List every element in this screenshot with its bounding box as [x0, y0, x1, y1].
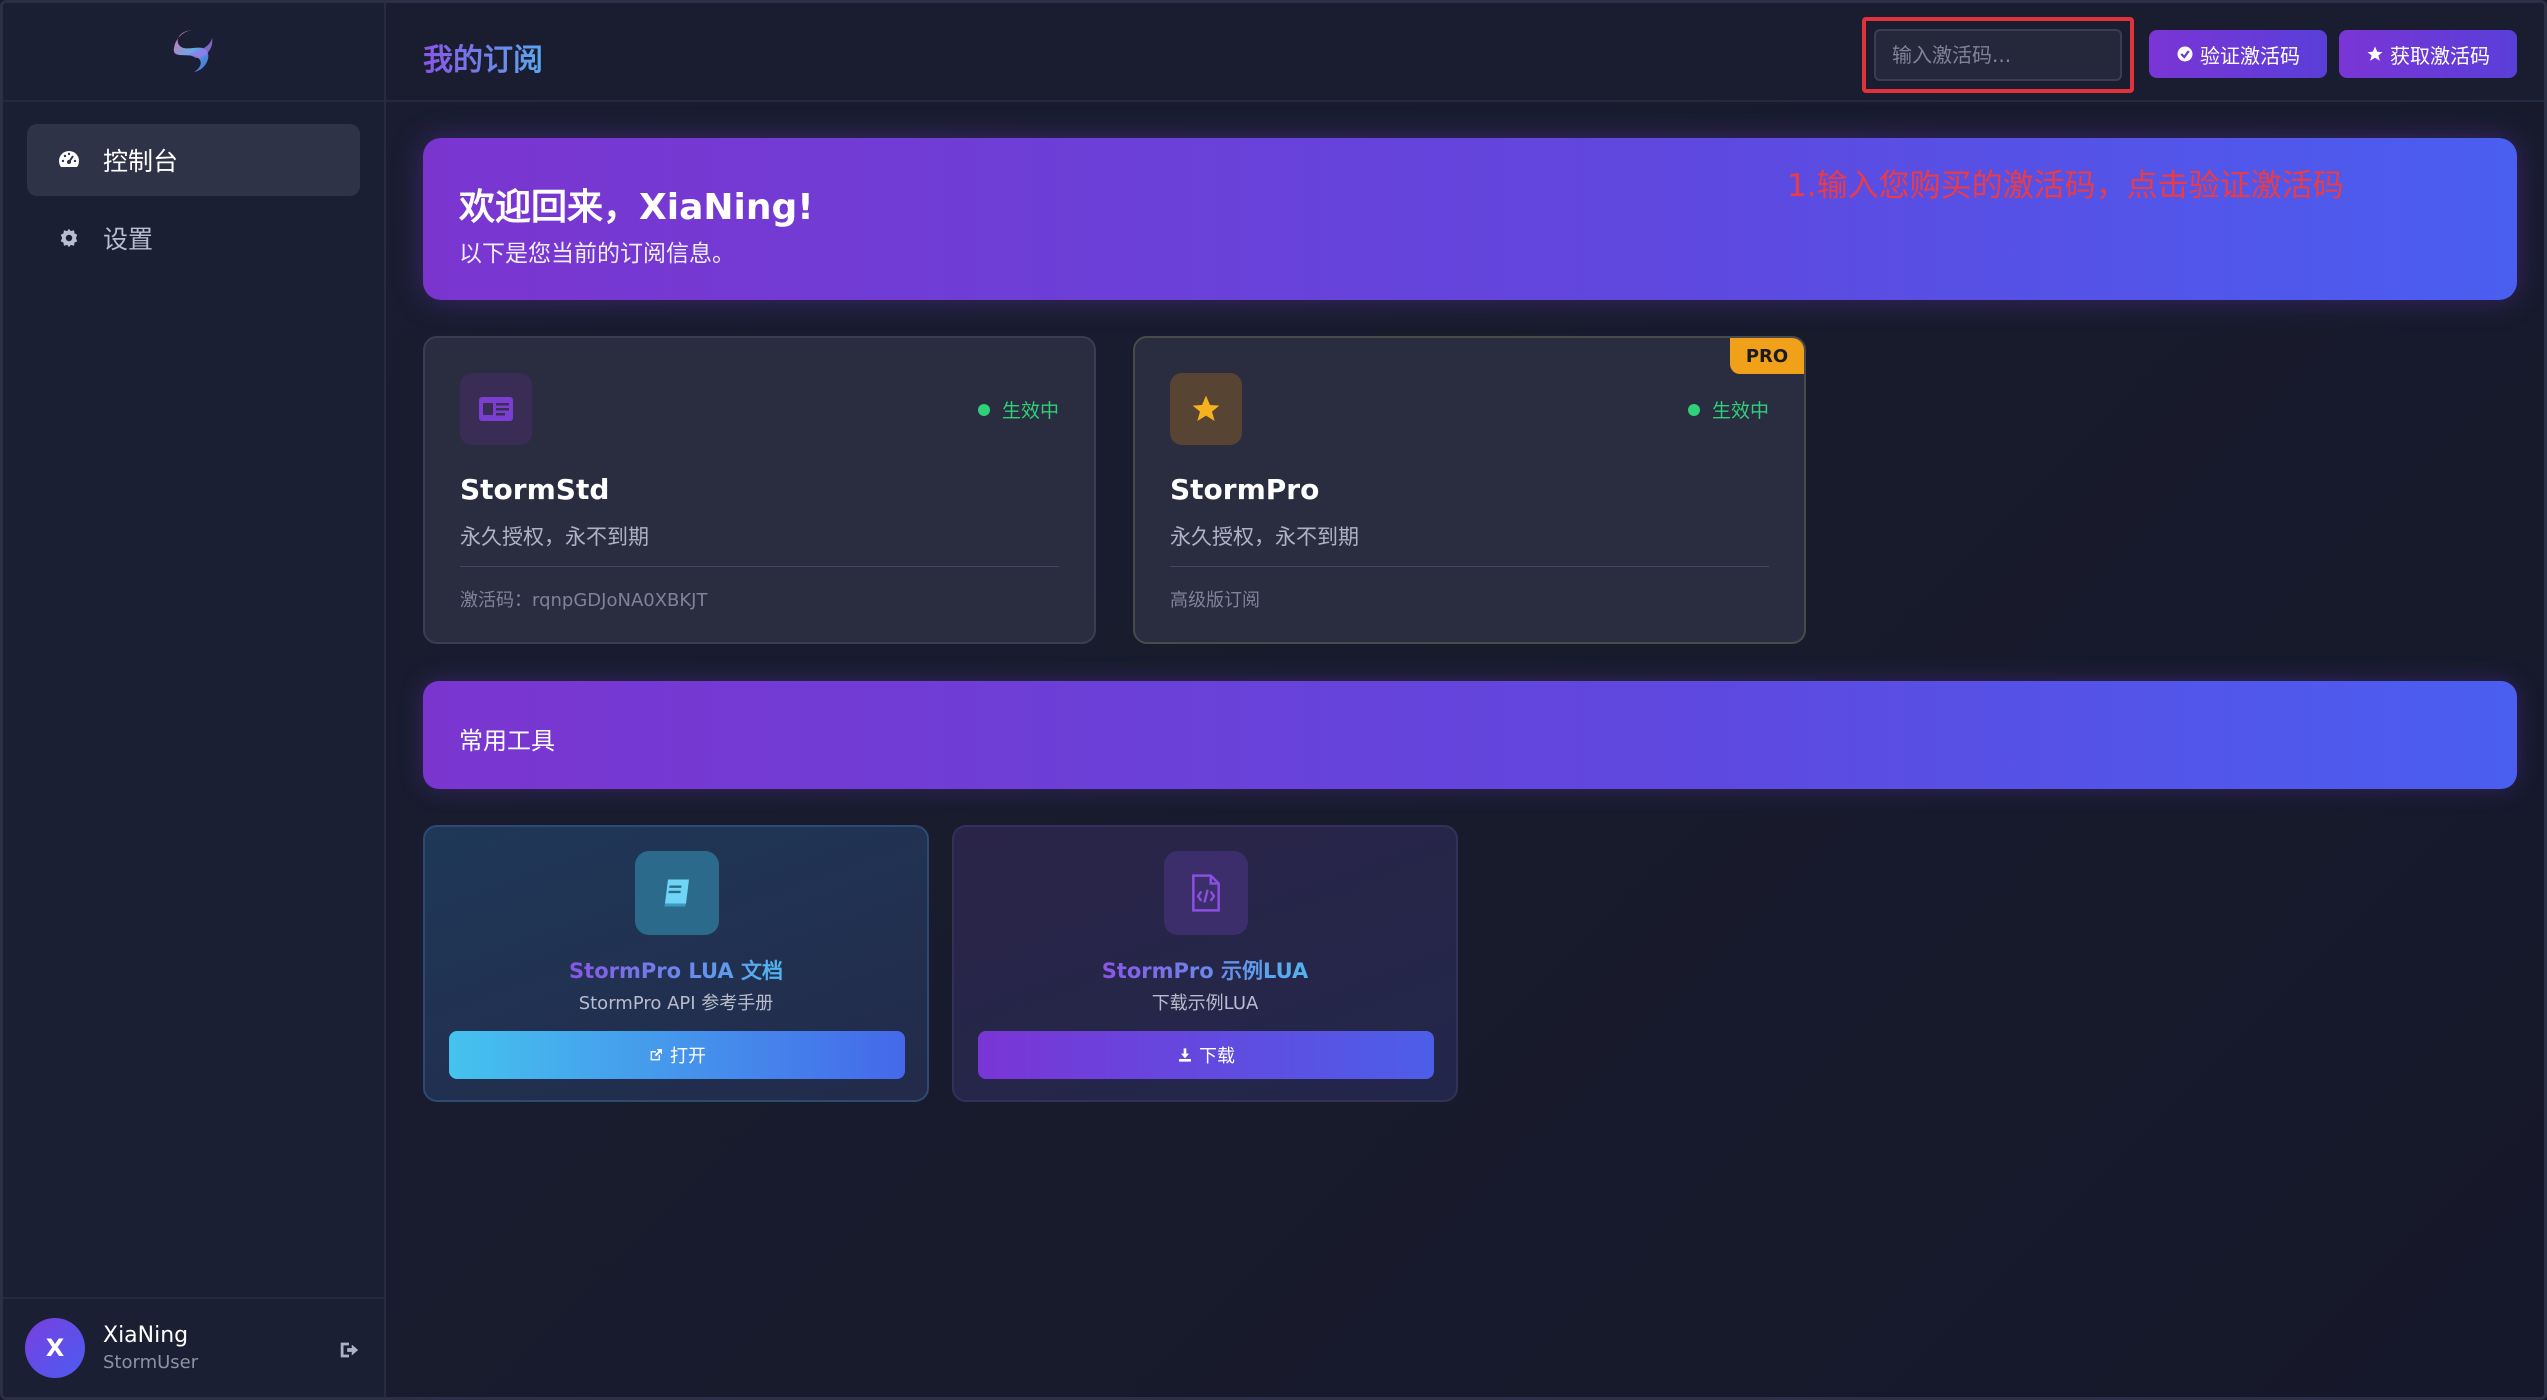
user-name: XiaNing: [103, 1323, 189, 1348]
welcome-subtitle: 以下是您当前的订阅信息。: [459, 241, 735, 267]
book-icon: [635, 851, 719, 935]
id-card-icon: [460, 373, 532, 445]
storm-logo-icon[interactable]: [166, 24, 222, 80]
subscription-activation-code: 激活码：rqnpGDJoNA0XBKJT: [460, 590, 708, 611]
divider: [460, 566, 1059, 567]
open-docs-button[interactable]: 打开: [449, 1031, 905, 1079]
star-icon: [1170, 373, 1242, 445]
code-file-icon: [1164, 851, 1248, 935]
sidebar-item-settings[interactable]: 设置: [27, 202, 360, 274]
app-window: 控制台 设置 X XiaNing StormUser 我的订阅 输入激活码...…: [0, 0, 2547, 1400]
tool-title-text: StormPro 示例LUA: [1101, 959, 1309, 983]
download-sample-label: 下载: [1199, 1046, 1235, 1067]
subscription-desc: 永久授权，永不到期: [1170, 525, 1359, 549]
external-link-icon: [650, 1049, 662, 1061]
check-circle-icon: [2177, 46, 2193, 62]
subscription-name: StormPro: [1170, 473, 1320, 506]
open-docs-label: 打开: [670, 1046, 706, 1067]
welcome-banner: 欢迎回来，XiaNing! 以下是您当前的订阅信息。 1.输入您购买的激活码，点…: [423, 138, 2517, 300]
tool-title-text: StormPro LUA 文档: [569, 959, 783, 983]
tools-section-title: 常用工具: [459, 727, 555, 755]
page-title: 我的订阅: [423, 35, 543, 79]
divider: [1170, 566, 1769, 567]
download-sample-button[interactable]: 下载: [978, 1031, 1434, 1079]
status-text: 生效中: [1001, 400, 1059, 422]
get-code-button[interactable]: 获取激活码: [2339, 30, 2517, 78]
activation-code-highlight: [1862, 17, 2134, 93]
sidebar-nav: 控制台 设置: [3, 102, 384, 302]
subscription-name: StormStd: [460, 473, 610, 506]
verify-code-button[interactable]: 验证激活码: [2149, 30, 2327, 78]
instruction-annotation: 1.输入您购买的激活码，点击验证激活码: [1787, 168, 2344, 204]
tool-card-sample-lua: StormPro 示例LUA 下载示例LUA 下载: [952, 825, 1458, 1102]
subscription-card-stormstd: 生效中 StormStd 永久授权，永不到期 激活码：rqnpGDJoNA0XB…: [423, 336, 1096, 644]
main-content: 欢迎回来，XiaNing! 以下是您当前的订阅信息。 1.输入您购买的激活码，点…: [386, 102, 2544, 1397]
subscription-tier: 高级版订阅: [1170, 590, 1260, 611]
pro-badge: PRO: [1730, 338, 1804, 374]
status-dot: [1687, 403, 1700, 416]
sidebar-item-dashboard[interactable]: 控制台: [27, 124, 360, 196]
activation-code-input[interactable]: [1874, 29, 2122, 81]
tool-card-lua-docs: StormPro LUA 文档 StormPro API 参考手册 打开: [423, 825, 929, 1102]
status-badge: 生效中: [977, 396, 1059, 423]
download-icon: [1179, 1048, 1191, 1062]
verify-code-label: 验证激活码: [2200, 43, 2300, 68]
get-code-label: 获取激活码: [2390, 43, 2490, 68]
logout-icon[interactable]: [338, 1339, 360, 1361]
subscription-card-stormpro: PRO 生效中 StormPro 永久授权，永不到期 高级版订阅: [1133, 336, 1806, 644]
sidebar-item-label: 设置: [103, 225, 154, 254]
top-header: 我的订阅 验证激活码 获取激活码: [386, 3, 2544, 102]
user-profile: X XiaNing StormUser: [3, 1297, 384, 1397]
status-badge: 生效中: [1687, 396, 1769, 423]
user-role: StormUser: [103, 1352, 199, 1373]
star-icon: [2367, 46, 2383, 61]
logo-area: [3, 3, 384, 102]
gear-icon: [55, 224, 83, 252]
tool-title: StormPro 示例LUA: [954, 955, 1456, 985]
tools-section-header: 常用工具: [423, 681, 2517, 789]
user-info: XiaNing StormUser: [103, 1323, 198, 1373]
welcome-title: 欢迎回来，XiaNing!: [459, 187, 814, 228]
dashboard-icon: [55, 146, 83, 174]
tool-title: StormPro LUA 文档: [425, 955, 927, 985]
tool-desc: 下载示例LUA: [1151, 993, 1259, 1014]
subscription-desc: 永久授权，永不到期: [460, 525, 649, 549]
tool-desc: StormPro API 参考手册: [578, 993, 774, 1014]
avatar[interactable]: X: [25, 1318, 85, 1378]
status-dot: [977, 403, 990, 416]
sidebar-item-label: 控制台: [103, 147, 179, 176]
sidebar: 控制台 设置 X XiaNing StormUser: [3, 3, 386, 1397]
status-text: 生效中: [1711, 400, 1769, 422]
